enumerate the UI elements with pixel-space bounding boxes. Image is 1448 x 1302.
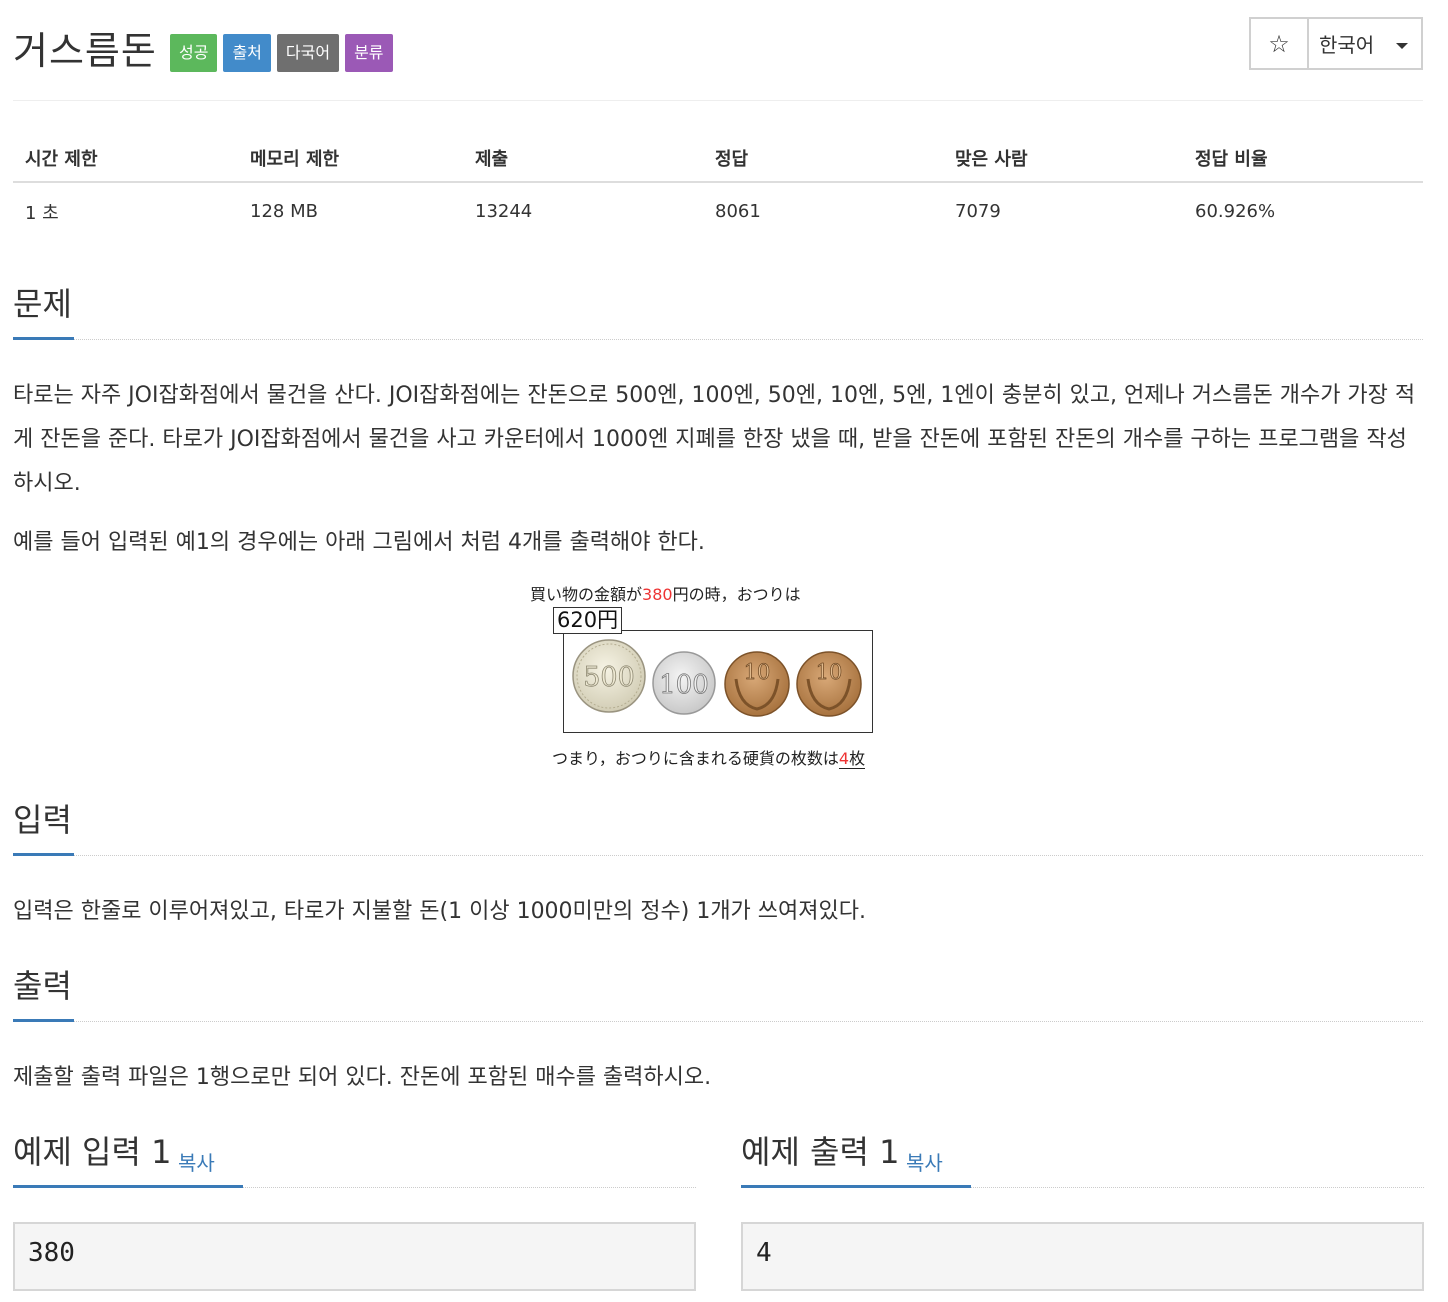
problem-description: 타로는 자주 JOI잡화점에서 물건을 산다. JOI잡화점에는 잔돈으로 50… <box>13 383 1416 496</box>
value-submissions[interactable]: 13244 <box>463 182 703 240</box>
input-heading: 입력 <box>13 800 74 856</box>
sample-input-heading: 예제 입력 1 복사 <box>13 1132 696 1188</box>
header-ratio: 정답 비율 <box>1183 134 1423 183</box>
input-section-heading: 입력 <box>13 800 1423 856</box>
star-icon: ☆ <box>1268 29 1290 58</box>
value-time-limit: 1 초 <box>25 202 59 224</box>
chevron-down-icon <box>1396 42 1409 49</box>
stats-header-row: 시간 제한 메모리 제한 제출 정답 맞은 사람 정답 비율 <box>13 134 1423 183</box>
output-heading: 출력 <box>13 966 74 1022</box>
figure-caption-top: 買い物の金額が380円の時，おつりは <box>530 581 801 605</box>
value-memory-limit: 128 MB <box>250 201 318 222</box>
sample-input-title-text: 예제 입력 1 <box>13 1133 172 1171</box>
problem-section-heading: 문제 <box>13 284 1423 340</box>
header-submissions: 제출 <box>463 134 703 183</box>
caption-top-text: 買い物の金額が <box>530 585 643 604</box>
coin-100-label: 100 <box>659 670 709 700</box>
output-description: 제출할 출력 파일은 1행으로만 되어 있다. 잔돈에 포함된 매수를 출력하시… <box>13 1065 712 1090</box>
purchase-amount: 380 <box>642 585 673 604</box>
header-solvers: 맞은 사람 <box>943 134 1183 183</box>
coin-box: 500 100 10 10 <box>563 630 873 733</box>
coin-10-first: 10 <box>724 651 790 717</box>
header-actions: ☆ 한국어 <box>1249 17 1423 70</box>
coin-count: 4枚 <box>838 749 866 769</box>
coin-100: 100 <box>652 651 716 715</box>
output-section-heading: 출력 <box>13 966 1423 1022</box>
star-button[interactable]: ☆ <box>1249 17 1309 70</box>
coin-500: 500 <box>572 639 646 713</box>
coin-count-value: 4 <box>838 749 850 768</box>
language-label: 한국어 <box>1319 33 1375 57</box>
sample-output-heading: 예제 출력 1 복사 <box>741 1132 1424 1188</box>
badge-success[interactable]: 성공 <box>170 34 218 72</box>
header-accepted: 정답 <box>703 134 943 183</box>
problem-stats-table: 시간 제한 메모리 제한 제출 정답 맞은 사람 정답 비율 1 초 128 M… <box>13 134 1423 240</box>
value-ratio: 60.926% <box>1195 201 1276 222</box>
badge-source[interactable]: 출처 <box>223 34 271 72</box>
sample-output-title-text: 예제 출력 1 <box>741 1133 900 1171</box>
problem-heading: 문제 <box>13 284 74 340</box>
language-dropdown[interactable]: 한국어 <box>1309 17 1423 70</box>
header-time-limit: 시간 제한 <box>13 134 238 183</box>
problem-header: 거스름돈 성공 출처 다국어 분류 ☆ 한국어 <box>13 0 1423 101</box>
coin-count-unit: 枚 <box>849 749 866 768</box>
problem-badges: 성공 출처 다국어 분류 <box>170 34 393 72</box>
problem-example-note: 예를 들어 입력된 예1의 경우에는 아래 그림에서 처럼 4개를 출력해야 한… <box>13 530 705 555</box>
coin-500-label: 500 <box>583 662 635 693</box>
input-description: 입력은 한줄로 이루어져있고, 타로가 지불할 돈(1 이상 1000미만의 정… <box>13 899 866 924</box>
figure-caption-bottom: つまり，おつりに含まれる硬貨の枚数は4枚 <box>552 745 866 769</box>
sample-input-box[interactable]: 380 <box>13 1222 696 1291</box>
sample-output-box[interactable]: 4 <box>741 1222 1424 1291</box>
caption-top-suffix: 円の時，おつりは <box>672 585 801 604</box>
header-memory-limit: 메모리 제한 <box>238 134 463 183</box>
coin-10-first-label: 10 <box>744 660 771 684</box>
change-amount-tag: 620円 <box>553 607 623 634</box>
value-accepted[interactable]: 8061 <box>703 182 943 240</box>
stats-value-row: 1 초 128 MB 13244 8061 7079 60.926% <box>13 182 1423 240</box>
caption-bottom-text: つまり，おつりに含まれる硬貨の枚数は <box>552 749 839 768</box>
change-figure: 買い物の金額が380円の時，おつりは 620円 500 100 10 10 つま… <box>520 578 920 778</box>
coins-illustration: 500 100 10 10 <box>572 639 862 717</box>
copy-sample-input-button[interactable]: 복사 <box>178 1147 215 1176</box>
copy-sample-output-button[interactable]: 복사 <box>906 1147 943 1176</box>
badge-category[interactable]: 분류 <box>345 34 393 72</box>
coin-10-second-label: 10 <box>816 660 843 684</box>
problem-title: 거스름돈 <box>13 29 157 73</box>
badge-multilang[interactable]: 다국어 <box>276 34 340 72</box>
coin-10-second: 10 <box>796 651 862 717</box>
value-solvers[interactable]: 7079 <box>943 182 1183 240</box>
